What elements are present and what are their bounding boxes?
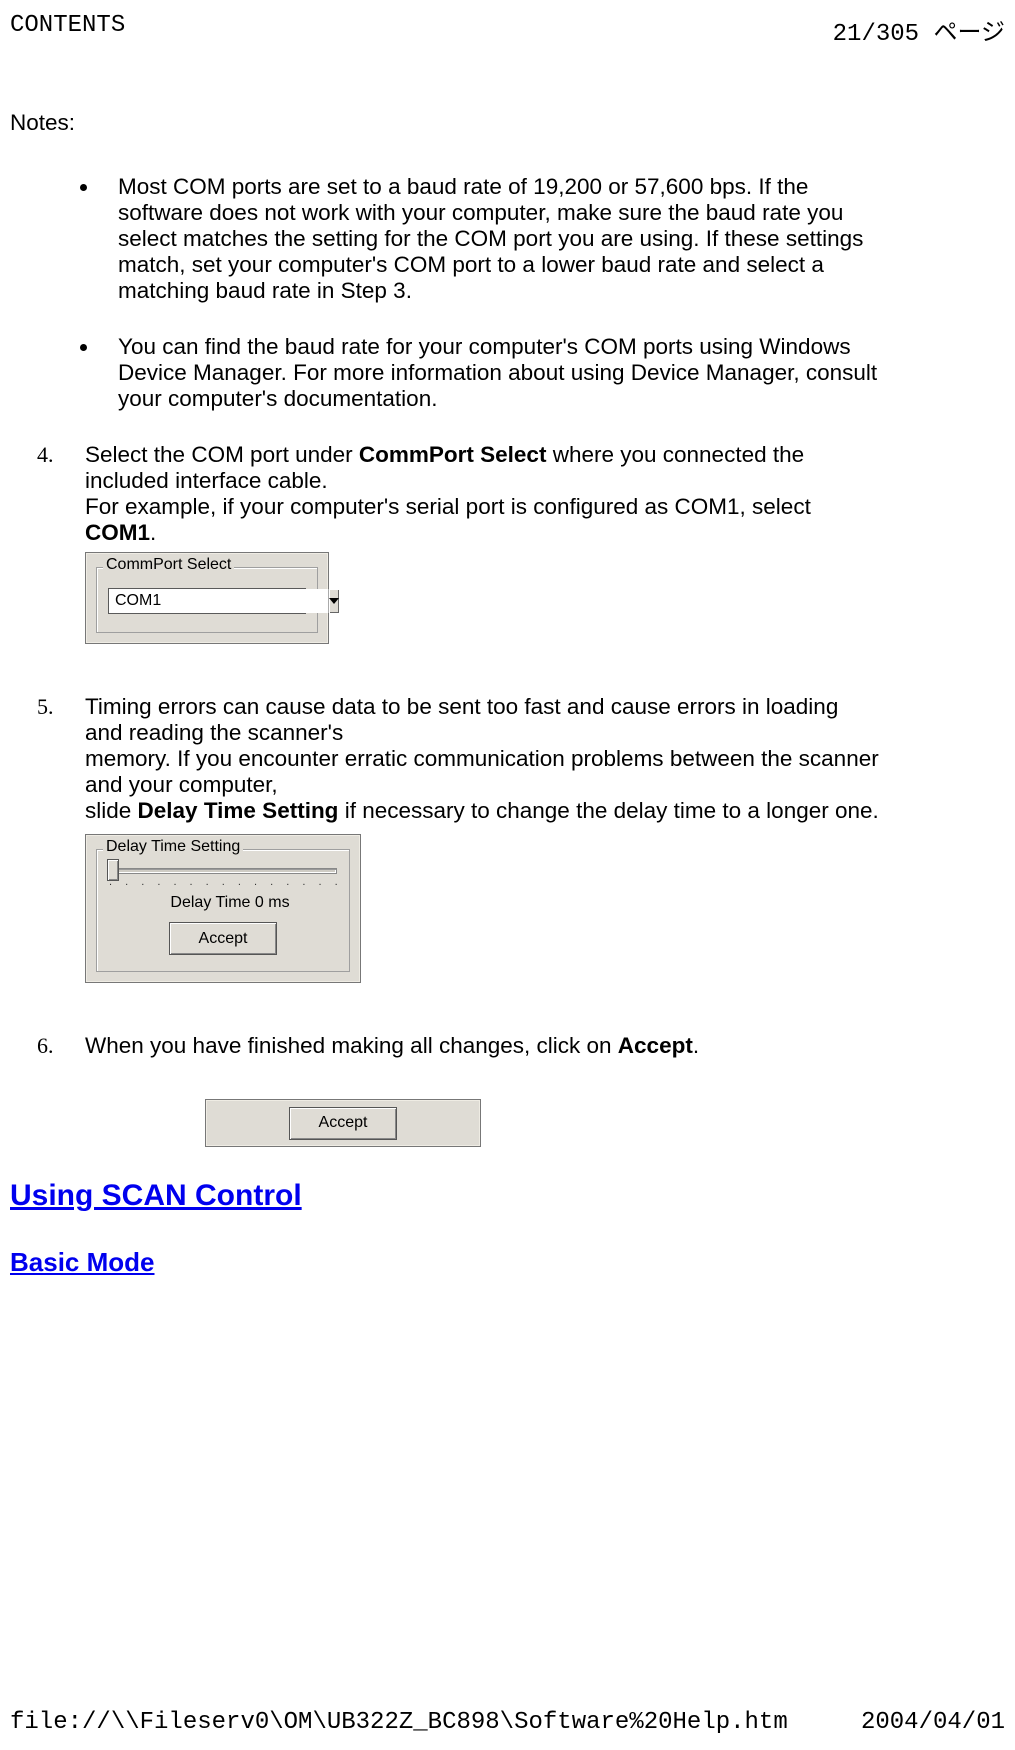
- content-area: Notes: Most COM ports are set to a baud …: [10, 110, 880, 1288]
- header-left: CONTENTS: [10, 12, 125, 39]
- notes-bullet-1: Most COM ports are set to a baud rate of…: [100, 174, 880, 304]
- spacer-1: [10, 1073, 880, 1099]
- spacer-3: [10, 1235, 880, 1237]
- chevron-down-icon: [329, 598, 339, 604]
- step-4-bold-commport: CommPort Select: [359, 442, 547, 467]
- accept-button[interactable]: Accept: [289, 1107, 397, 1140]
- link-using-scan-control[interactable]: Using SCAN Control: [10, 1179, 302, 1212]
- delay-slider[interactable]: [109, 868, 337, 874]
- step-4-text-a: Select the COM port under: [85, 442, 359, 467]
- step-6-bold-accept: Accept: [618, 1033, 693, 1058]
- heading-basic-mode: Basic Mode: [10, 1247, 880, 1278]
- footer-left: file://\\Fileserv0\OM\UB322Z_BC898\Softw…: [10, 1709, 788, 1736]
- step-4-bold-com1: COM1: [85, 520, 150, 545]
- step-6-marker: 6.: [37, 1033, 54, 1059]
- delay-legend: Delay Time Setting: [103, 838, 243, 856]
- heading-using-scan-control: Using SCAN Control: [10, 1179, 880, 1213]
- step-6: 6. When you have finished making all cha…: [65, 1033, 880, 1059]
- step-5-text-d: if necessary to change the delay time to…: [338, 798, 878, 823]
- commport-legend: CommPort Select: [103, 556, 234, 574]
- step-6-text-a: When you have finished making all change…: [85, 1033, 618, 1058]
- step-5-text-a: Timing errors can cause data to be sent …: [85, 694, 838, 745]
- step-4: 4. Select the COM port under CommPort Se…: [65, 442, 880, 644]
- step-6-text-b: .: [693, 1033, 699, 1058]
- step-4-text-c: For example, if your computer's serial p…: [85, 494, 811, 519]
- figure-commport: CommPort Select: [85, 552, 880, 644]
- step-5-text-b: memory. If you encounter erratic communi…: [85, 746, 879, 797]
- steps-list: 4. Select the COM port under CommPort Se…: [10, 442, 880, 1059]
- delay-ticks: . . . . . . . . . . . . . . . . . . . . …: [109, 876, 337, 888]
- figure-delay: Delay Time Setting . . . . . . . . . . .…: [85, 834, 880, 983]
- commport-dropdown-button[interactable]: [328, 589, 339, 613]
- step-5-bold-delay: Delay Time Setting: [138, 798, 339, 823]
- footer-right: 2004/04/01: [861, 1709, 1005, 1736]
- delay-readout: Delay Time 0 ms: [111, 894, 349, 912]
- commport-select[interactable]: [108, 588, 306, 614]
- header-right: 21/305 ページ: [833, 12, 1005, 48]
- notes-list: Most COM ports are set to a baud rate of…: [10, 174, 880, 412]
- notes-label: Notes:: [10, 110, 880, 136]
- figure-accept: Accept: [205, 1099, 880, 1147]
- delay-slider-thumb[interactable]: [107, 859, 119, 881]
- commport-value[interactable]: [109, 589, 328, 613]
- step-5-text-c: slide: [85, 798, 138, 823]
- step-4-text-d: .: [150, 520, 156, 545]
- step-4-marker: 4.: [37, 442, 54, 468]
- step-5: 5. Timing errors can cause data to be se…: [65, 694, 880, 983]
- link-basic-mode[interactable]: Basic Mode: [10, 1247, 155, 1277]
- notes-bullet-2: You can find the baud rate for your comp…: [100, 334, 880, 412]
- delay-accept-button[interactable]: Accept: [169, 922, 277, 955]
- spacer-2: [10, 1147, 880, 1173]
- step-5-marker: 5.: [37, 694, 54, 720]
